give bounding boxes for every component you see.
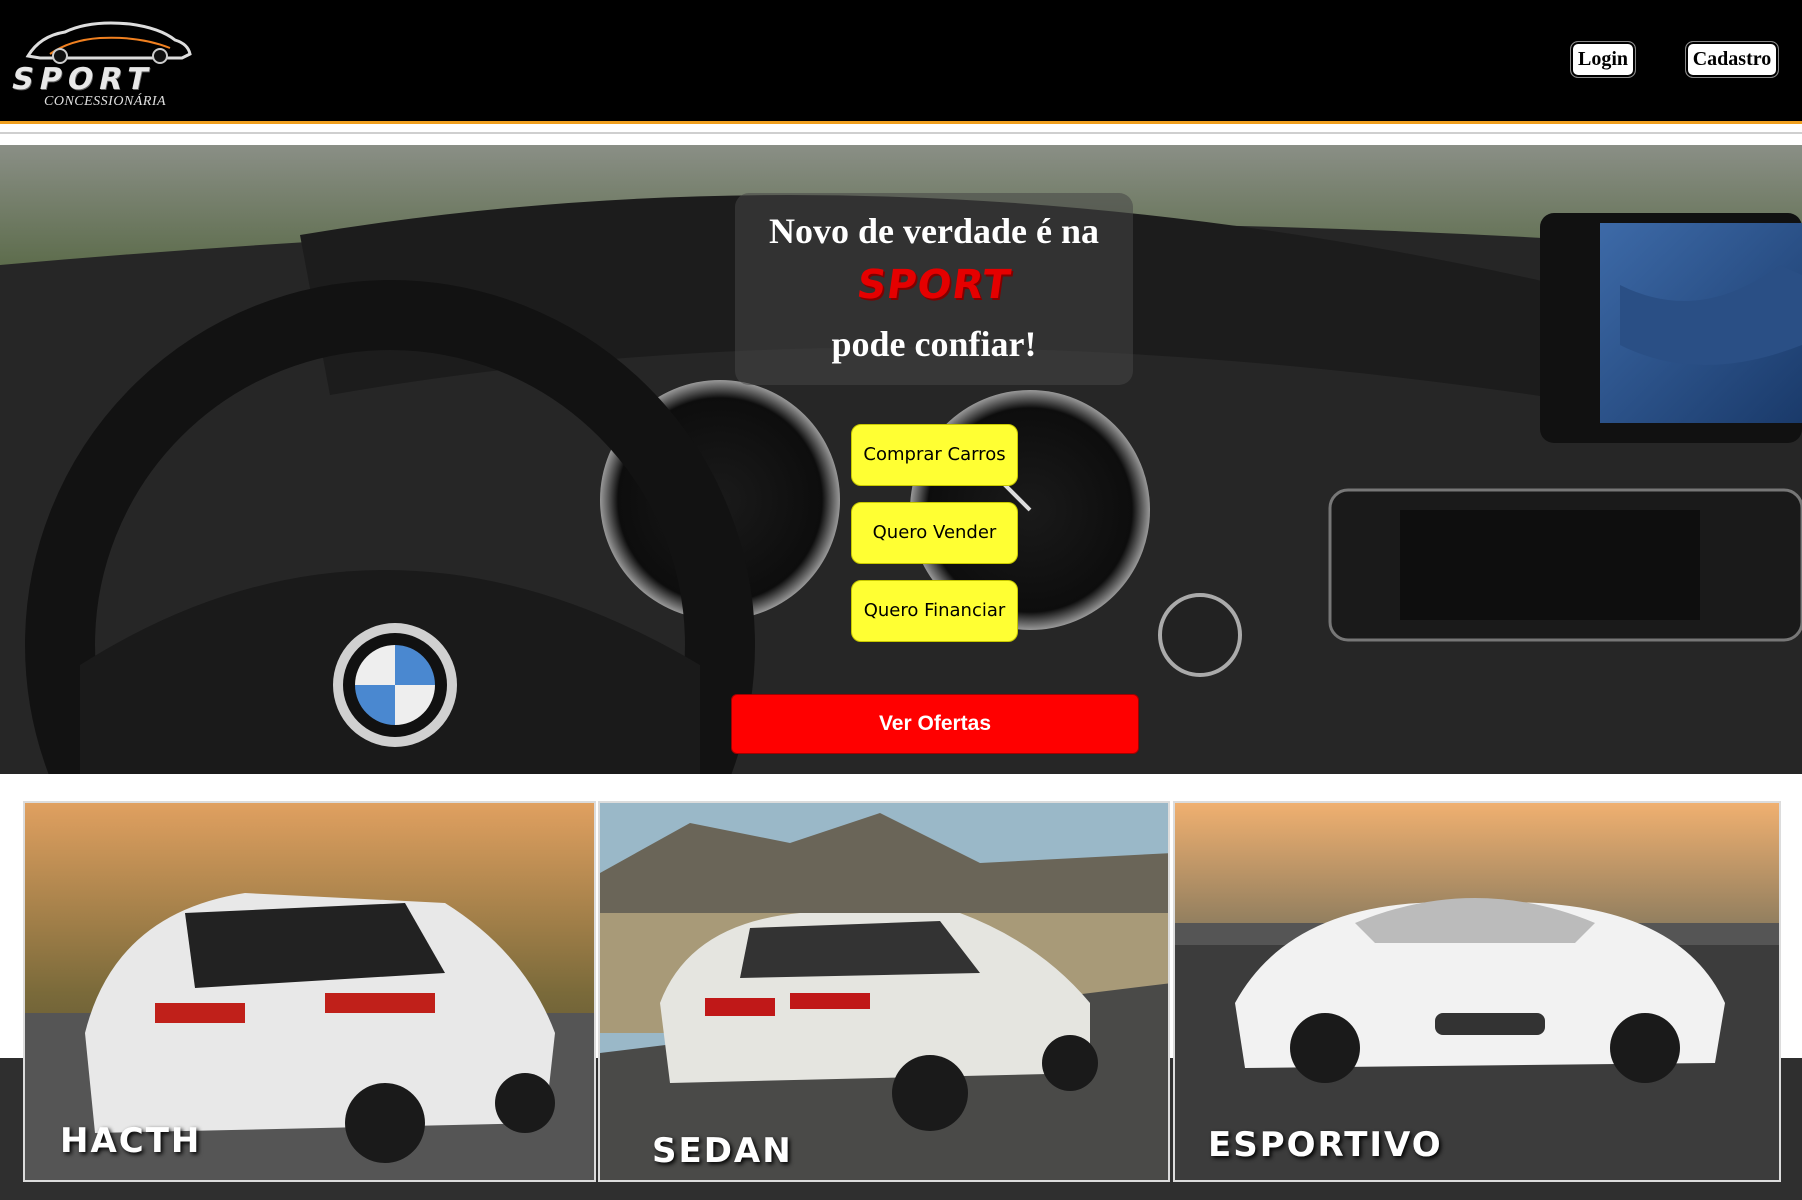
logo-subtitle: CONCESSIONÁRIA xyxy=(44,94,167,109)
hero-subheadline: pode confiar! xyxy=(831,324,1037,364)
sell-car-button[interactable]: Quero Vender xyxy=(851,502,1018,564)
signup-button[interactable]: Cadastro xyxy=(1685,41,1779,78)
category-card-hatch[interactable]: HACTH xyxy=(23,801,596,1182)
sedan-car-image xyxy=(600,803,1168,1180)
hero-brand-logo: SPORT xyxy=(854,262,1014,308)
finance-button[interactable]: Quero Financiar xyxy=(851,580,1018,642)
category-label-sport: ESPORTIVO xyxy=(1208,1125,1443,1165)
buy-cars-button[interactable]: Comprar Carros xyxy=(851,424,1018,486)
top-navbar: SPORT CONCESSIONÁRIA Login Cadastro xyxy=(0,0,1802,124)
category-card-sport[interactable]: ESPORTIVO xyxy=(1173,801,1781,1182)
category-label-sedan: SEDAN xyxy=(652,1131,793,1171)
category-label-hatch: HACTH xyxy=(60,1121,202,1161)
category-card-sedan[interactable]: SEDAN xyxy=(598,801,1170,1182)
login-button[interactable]: Login xyxy=(1570,41,1636,78)
header-divider xyxy=(0,124,1802,144)
hero-headline: Novo de verdade é na xyxy=(769,211,1099,251)
logo-wordmark: SPORT xyxy=(8,62,158,97)
view-offers-button[interactable]: Ver Ofertas xyxy=(731,694,1139,754)
brand-logo[interactable]: SPORT CONCESSIONÁRIA xyxy=(8,14,210,109)
